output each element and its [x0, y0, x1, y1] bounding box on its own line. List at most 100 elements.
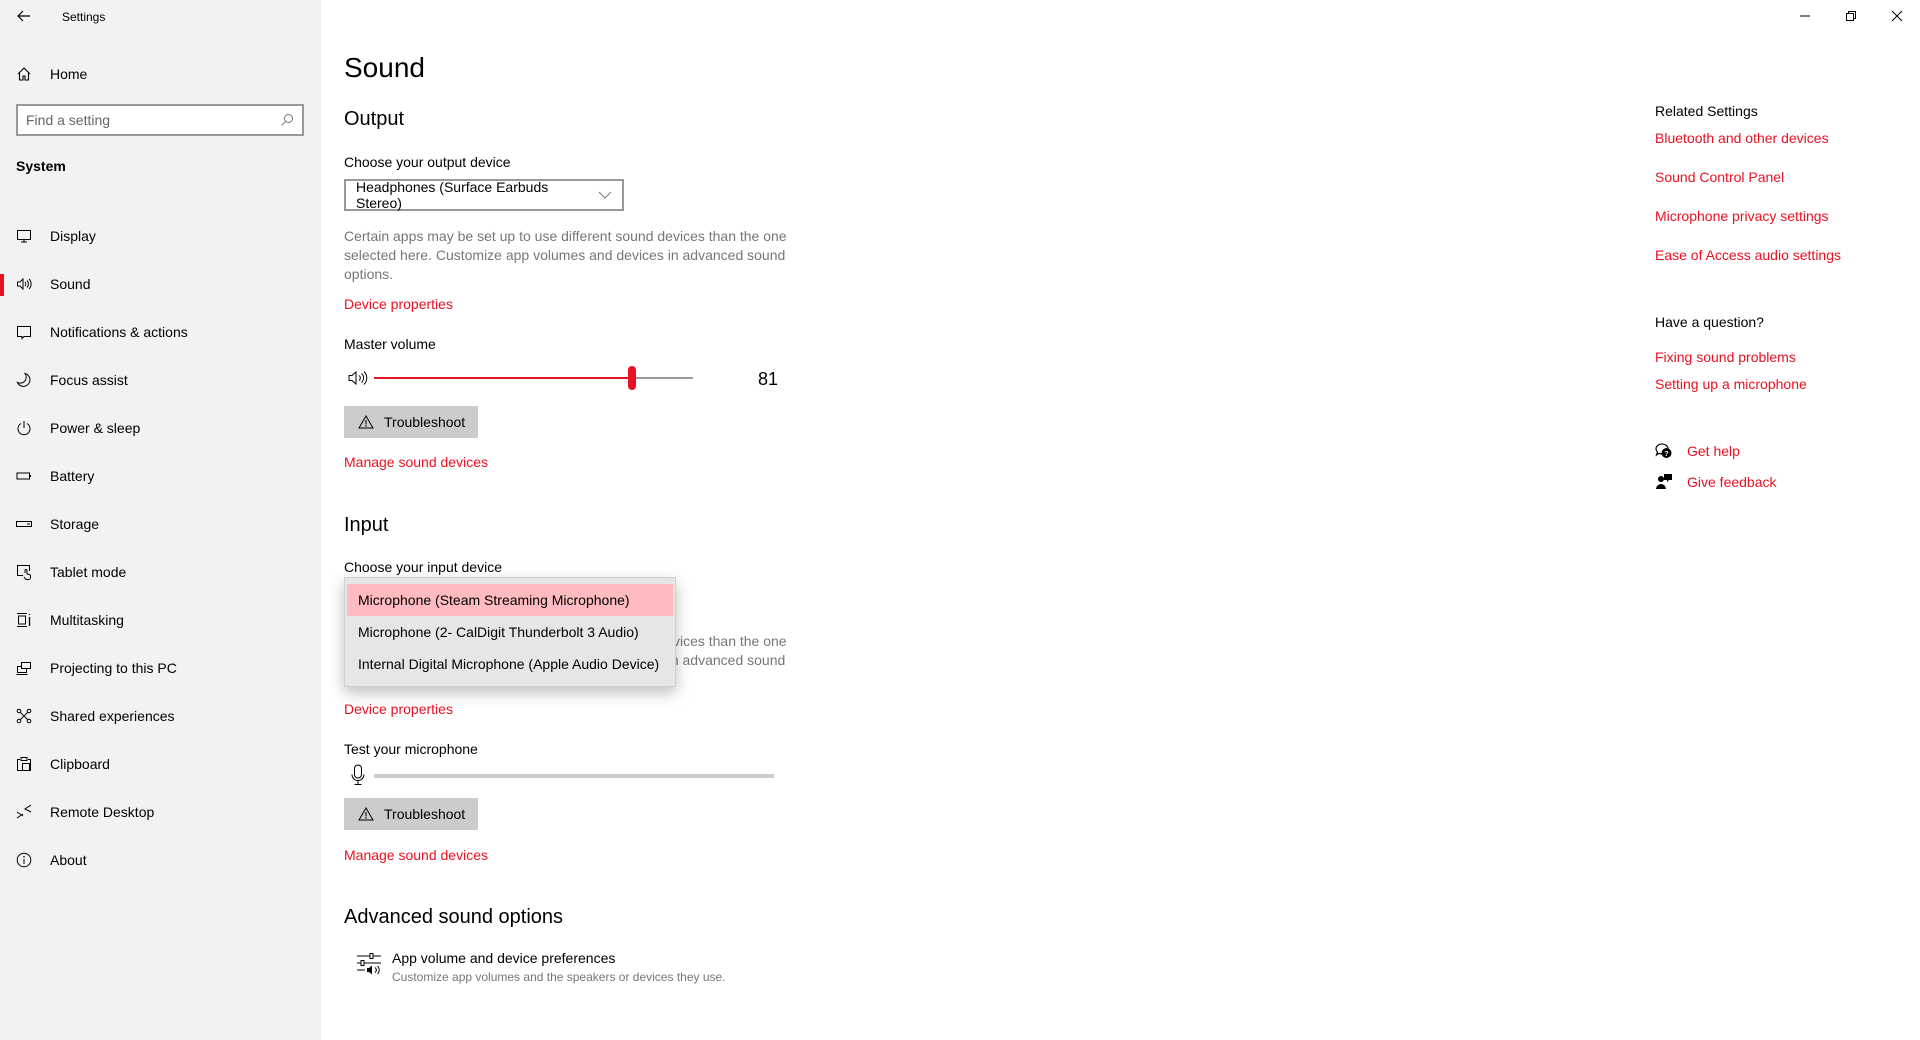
app-volume-title: App volume and device preferences — [392, 950, 616, 966]
multitasking-icon — [16, 612, 32, 628]
dropdown-option[interactable]: Microphone (2- CalDigit Thunderbolt 3 Au… — [347, 616, 673, 648]
volume-value: 81 — [758, 369, 779, 389]
speaker-icon[interactable] — [348, 370, 370, 386]
output-device-select[interactable]: Headphones (Surface Earbuds Stereo) — [344, 179, 624, 211]
sidebar-item-focus-assist[interactable]: Focus assist — [0, 356, 321, 404]
restore-button[interactable] — [1828, 0, 1874, 32]
chevron-down-icon — [598, 191, 612, 199]
output-troubleshoot-button[interactable]: Troubleshoot — [344, 406, 478, 438]
troubleshoot-label: Troubleshoot — [384, 414, 466, 430]
app-title: Settings — [62, 10, 106, 24]
mic-level-track — [374, 774, 774, 778]
related-link-bluetooth[interactable]: Bluetooth and other devices — [1655, 130, 1829, 146]
help-link-fixing-sound[interactable]: Fixing sound problems — [1655, 349, 1796, 365]
home-label: Home — [50, 66, 88, 82]
minimize-icon — [1800, 15, 1810, 17]
section-label-system: System — [16, 158, 66, 174]
dropdown-option[interactable]: Microphone (Steam Streaming Microphone) — [347, 584, 673, 616]
sidebar-item-display[interactable]: Display — [0, 212, 321, 260]
sidebar-item-label: Power & sleep — [50, 420, 141, 436]
output-heading: Output — [344, 108, 405, 130]
sidebar-item-battery[interactable]: Battery — [0, 452, 321, 500]
speaker-icon — [16, 276, 32, 292]
sidebar-item-projecting[interactable]: Projecting to this PC — [0, 644, 321, 692]
sidebar-nav: Display Sound Notifications & actions Fo… — [0, 212, 321, 884]
warning-icon — [358, 415, 374, 429]
sidebar-item-label: Projecting to this PC — [50, 660, 177, 676]
microphone-level-meter — [344, 762, 844, 790]
give-feedback-icon — [1656, 474, 1672, 489]
get-help-row[interactable]: ? Get help — [1655, 442, 1740, 460]
volume-fill — [374, 377, 633, 379]
search-input[interactable] — [26, 112, 280, 128]
input-manage-devices-link[interactable]: Manage sound devices — [344, 847, 488, 863]
input-device-properties-link[interactable]: Device properties — [344, 701, 453, 717]
related-settings-heading: Related Settings — [1655, 103, 1758, 119]
sidebar-item-power-sleep[interactable]: Power & sleep — [0, 404, 321, 452]
get-help-link[interactable]: Get help — [1687, 443, 1740, 459]
question-heading: Have a question? — [1655, 314, 1764, 330]
sidebar-item-shared-experiences[interactable]: Shared experiences — [0, 692, 321, 740]
output-manage-devices-link[interactable]: Manage sound devices — [344, 454, 488, 470]
sidebar-item-multitasking[interactable]: Multitasking — [0, 596, 321, 644]
sidebar-item-sound[interactable]: Sound — [0, 260, 321, 308]
sidebar-item-storage[interactable]: Storage — [0, 500, 321, 548]
input-heading: Input — [344, 514, 389, 536]
clipboard-icon — [16, 756, 32, 772]
input-device-label: Choose your input device — [344, 559, 502, 575]
sidebar-item-remote-desktop[interactable]: Remote Desktop — [0, 788, 321, 836]
dropdown-option[interactable]: Internal Digital Microphone (Apple Audio… — [347, 648, 673, 680]
close-button[interactable] — [1874, 0, 1920, 32]
help-link-setting-up-microphone[interactable]: Setting up a microphone — [1655, 376, 1807, 392]
volume-track[interactable] — [374, 366, 693, 390]
sidebar-item-tablet-mode[interactable]: Tablet mode — [0, 548, 321, 596]
sliders-speaker-icon — [357, 953, 381, 975]
sidebar-item-label: Sound — [50, 276, 91, 292]
home-icon — [17, 67, 31, 81]
search-icon[interactable] — [280, 113, 294, 127]
sidebar-item-label: Display — [50, 228, 96, 244]
output-device-label: Choose your output device — [344, 154, 511, 170]
advanced-heading: Advanced sound options — [344, 906, 564, 928]
shared-experiences-icon — [16, 708, 32, 724]
back-button[interactable] — [14, 6, 34, 26]
search-box[interactable] — [16, 104, 304, 136]
related-link-sound-control-panel[interactable]: Sound Control Panel — [1655, 169, 1784, 185]
warning-icon — [358, 807, 374, 821]
info-icon — [16, 852, 32, 868]
troubleshoot-label: Troubleshoot — [384, 806, 466, 822]
sidebar-item-label: Multitasking — [50, 612, 124, 628]
output-device-value: Headphones (Surface Earbuds Stereo) — [356, 179, 549, 211]
sidebar-item-label: Remote Desktop — [50, 804, 155, 820]
sidebar-item-label: Shared experiences — [50, 708, 175, 724]
give-feedback-row[interactable]: Give feedback — [1655, 473, 1777, 491]
notification-icon — [16, 324, 32, 340]
remote-desktop-icon — [16, 804, 32, 820]
sidebar-item-notifications[interactable]: Notifications & actions — [0, 308, 321, 356]
get-help-icon: ? — [1655, 443, 1672, 458]
back-arrow-icon — [17, 10, 30, 22]
battery-icon — [16, 468, 32, 484]
input-device-dropdown[interactable]: Microphone (Steam Streaming Microphone) … — [344, 577, 676, 687]
app-volume-preferences[interactable]: App volume and device preferences Custom… — [356, 950, 726, 984]
output-device-properties-link[interactable]: Device properties — [344, 296, 453, 312]
sidebar-item-label: Tablet mode — [50, 564, 127, 580]
power-icon — [16, 420, 32, 436]
sidebar-item-about[interactable]: About — [0, 836, 321, 884]
close-icon — [1891, 10, 1903, 22]
monitor-icon — [16, 228, 32, 244]
sidebar-item-label: Battery — [50, 468, 95, 484]
volume-thumb[interactable] — [628, 366, 637, 390]
svg-text:?: ? — [1664, 451, 1668, 458]
tablet-mode-icon — [16, 564, 32, 580]
minimize-button[interactable] — [1782, 0, 1828, 32]
related-link-ease-of-access-audio[interactable]: Ease of Access audio settings — [1655, 247, 1841, 263]
microphone-icon — [351, 764, 365, 785]
input-troubleshoot-button[interactable]: Troubleshoot — [344, 798, 478, 830]
sidebar-item-label: Focus assist — [50, 372, 128, 388]
give-feedback-link[interactable]: Give feedback — [1687, 474, 1777, 490]
sidebar-item-label: Storage — [50, 516, 100, 532]
related-link-microphone-privacy[interactable]: Microphone privacy settings — [1655, 208, 1829, 224]
sidebar-home[interactable]: Home — [16, 62, 87, 86]
sidebar-item-clipboard[interactable]: Clipboard — [0, 740, 321, 788]
